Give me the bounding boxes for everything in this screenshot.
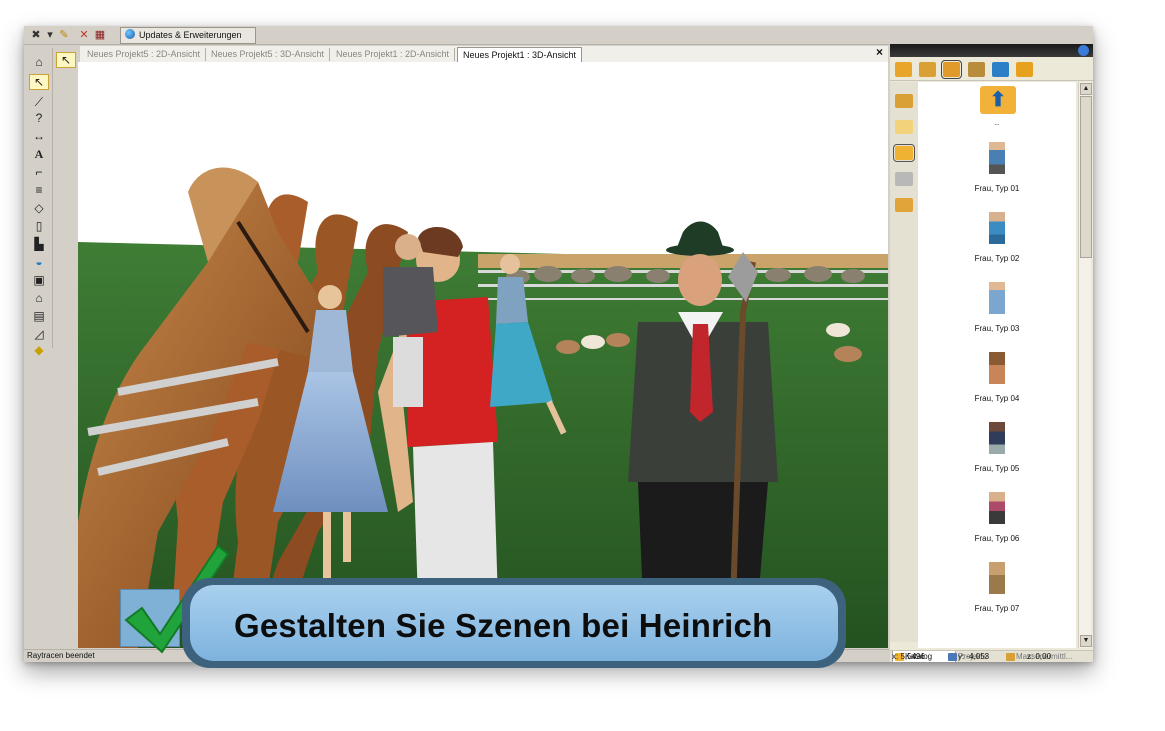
tool-palette: ⌂ ↖ ⟋ ? ↔ A ⌐ ≡ ◇ ▯ ▙ ◒ ▣ ⌂ ▤ ◿ ◆ [26, 48, 53, 357]
list-item-label: Frau, Typ 07 [974, 604, 1020, 613]
folder-up-icon[interactable] [895, 62, 912, 77]
list-item-label: Frau, Typ 05 [974, 464, 1020, 473]
folder-icon[interactable] [893, 144, 915, 162]
coord-y: y: -4,053 [958, 652, 990, 661]
coord-x: x: 5,5496 [892, 652, 925, 661]
column-tool-icon[interactable]: ▯ [29, 218, 49, 234]
eraser-tool-icon[interactable]: ◿ [29, 326, 49, 342]
paint-tool-icon[interactable]: ◆ [29, 342, 49, 358]
building-tool-icon[interactable]: ▙ [29, 236, 49, 252]
landscape-tool-icon[interactable] [968, 62, 985, 77]
person-icon[interactable] [895, 198, 913, 212]
arrow-up-folder-icon: ⬆ [980, 86, 1016, 114]
scroll-thumb[interactable] [1080, 96, 1092, 258]
open-folder-icon[interactable] [895, 120, 913, 134]
image-tool-icon[interactable] [941, 60, 962, 79]
house-tool-icon[interactable]: ⌂ [29, 290, 49, 306]
dimension-tool-icon[interactable]: ↔ [29, 128, 49, 144]
wrench-icon[interactable]: ✎ [58, 29, 70, 41]
list-item-label: Frau, Typ 02 [974, 254, 1020, 263]
figure-icon [989, 142, 1005, 174]
figure-icon [989, 562, 1005, 594]
window-tool-icon[interactable]: ▣ [29, 272, 49, 288]
projects-tab-icon [948, 653, 957, 661]
scroll-down-icon[interactable]: ▼ [1080, 635, 1092, 647]
select-arrow-icon[interactable]: ↖ [56, 52, 76, 68]
list-item[interactable]: Frau, Typ 05 [918, 422, 1076, 488]
tab-projekt5-2d[interactable]: Neues Projekt5 : 2D-Ansicht [82, 48, 207, 61]
roof-tool-icon[interactable]: ◇ [29, 200, 49, 216]
title-banner: Gestalten Sie Szenen bei Heinrich [182, 578, 846, 668]
panel-title-bar [890, 44, 1093, 57]
text-tool-icon[interactable]: A [29, 146, 49, 162]
list-item[interactable]: Frau, Typ 01 [918, 142, 1076, 208]
delete-icon[interactable]: ✕ [78, 29, 90, 41]
figure-icon [989, 492, 1005, 524]
catalog-list: ⬆ .. Frau, Typ 01 Frau, Typ 02 Frau, Typ… [918, 82, 1076, 648]
catalog-toolbar [890, 58, 1093, 81]
updates-button-label: Updates & Erweiterungen [139, 30, 242, 40]
list-item-label: Frau, Typ 04 [974, 394, 1020, 403]
object-tool-icon[interactable]: ◒ [29, 254, 49, 270]
list-item-label: .. [994, 118, 1000, 127]
catalog-panel: ⬆ .. Frau, Typ 01 Frau, Typ 02 Frau, Typ… [890, 44, 1093, 662]
wall-tool-icon[interactable]: ⌂ [29, 54, 49, 70]
quantity-tab-icon [1006, 653, 1015, 661]
view-2d-icon[interactable] [1016, 62, 1033, 77]
catalog-box-icon[interactable] [895, 94, 913, 108]
pin-icon[interactable] [1078, 45, 1089, 56]
figure-icon [989, 352, 1005, 384]
list-item[interactable]: Frau, Typ 02 [918, 212, 1076, 278]
title-banner-inner: Gestalten Sie Szenen bei Heinrich [190, 585, 838, 661]
catalog-side-icons [890, 82, 919, 642]
catalog-tool-icon[interactable] [919, 62, 936, 77]
dropdown-arrow-icon[interactable]: ▾ [44, 29, 56, 41]
updates-button[interactable]: Updates & Erweiterungen [120, 27, 256, 44]
figure-icon [989, 282, 1005, 314]
close-tab-icon[interactable]: × [876, 45, 883, 59]
tab-projekt1-3d[interactable]: Neues Projekt1 : 3D-Ansicht [457, 47, 583, 63]
list-item-label: Frau, Typ 03 [974, 324, 1020, 333]
line-tool-icon[interactable]: ⟋ [29, 94, 49, 110]
stairs-tool-icon[interactable]: ≡ [29, 182, 49, 198]
help-tool-icon[interactable]: ? [29, 110, 49, 126]
furniture-icon[interactable] [895, 172, 913, 186]
door-tool-icon[interactable]: ⌐ [29, 164, 49, 180]
coord-z: z: 0,00 [1027, 652, 1052, 661]
catalog-scrollbar[interactable]: ▲ ▼ [1078, 82, 1092, 648]
list-item[interactable]: Frau, Typ 04 [918, 352, 1076, 418]
calculator-icon[interactable]: ▦ [94, 29, 106, 41]
globe-icon [125, 29, 135, 39]
list-item[interactable]: Frau, Typ 07 [918, 562, 1076, 628]
status-text: Raytracen beendet [27, 651, 95, 660]
list-item[interactable]: Frau, Typ 06 [918, 492, 1076, 558]
facade-tool-icon[interactable]: ▤ [29, 308, 49, 324]
tab-projekt5-3d[interactable]: Neues Projekt5 : 3D-Ansicht [206, 48, 331, 61]
tools-icon[interactable]: ✖ [30, 29, 42, 41]
tab-projekt1-2d[interactable]: Neues Projekt1 : 2D-Ansicht [331, 48, 456, 61]
figure-icon [989, 212, 1005, 244]
list-item-label: Frau, Typ 06 [974, 534, 1020, 543]
figure-icon [989, 422, 1005, 454]
banner-title: Gestalten Sie Szenen bei Heinrich [234, 607, 773, 644]
main-toolbar: ✖ ▾ ✎ ✕ ▦ Updates & Erweiterungen [24, 26, 889, 45]
sphere-tool-icon[interactable] [992, 62, 1009, 77]
pointer-tool-icon[interactable]: ↖ [29, 74, 49, 90]
list-item[interactable]: Frau, Typ 03 [918, 282, 1076, 348]
document-tabs: Neues Projekt5 : 2D-Ansicht Neues Projek… [80, 46, 888, 63]
list-item-parent[interactable]: ⬆ .. [918, 86, 1076, 130]
list-item-label: Frau, Typ 01 [974, 184, 1020, 193]
scroll-up-icon[interactable]: ▲ [1080, 83, 1092, 95]
